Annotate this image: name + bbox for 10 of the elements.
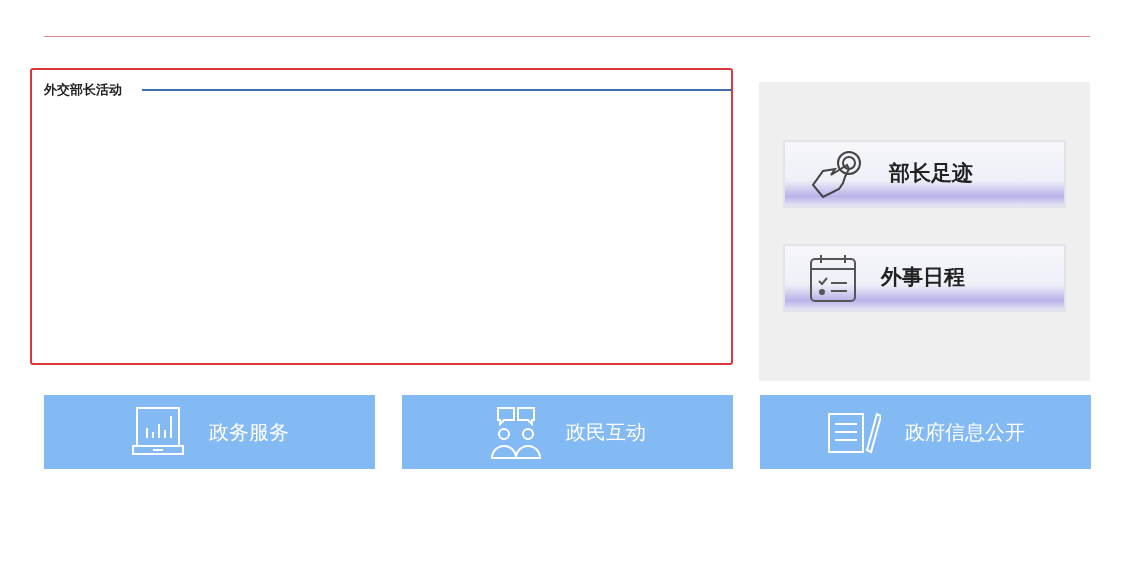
service-tile[interactable]: 政务服务 [44,395,375,469]
laptop-chart-icon [130,406,185,458]
panel-title: 外交部长活动 [44,81,122,99]
service-tile[interactable]: 政府信息公开 [760,395,1091,469]
people-chat-icon [489,404,542,460]
document-pen-icon [826,410,881,454]
quick-link-button[interactable]: 外事日程 [783,244,1066,312]
quick-link-button[interactable]: 部长足迹 [783,140,1066,208]
service-tile[interactable]: 政民互动 [402,395,733,469]
calendar-checklist-icon [809,253,857,303]
